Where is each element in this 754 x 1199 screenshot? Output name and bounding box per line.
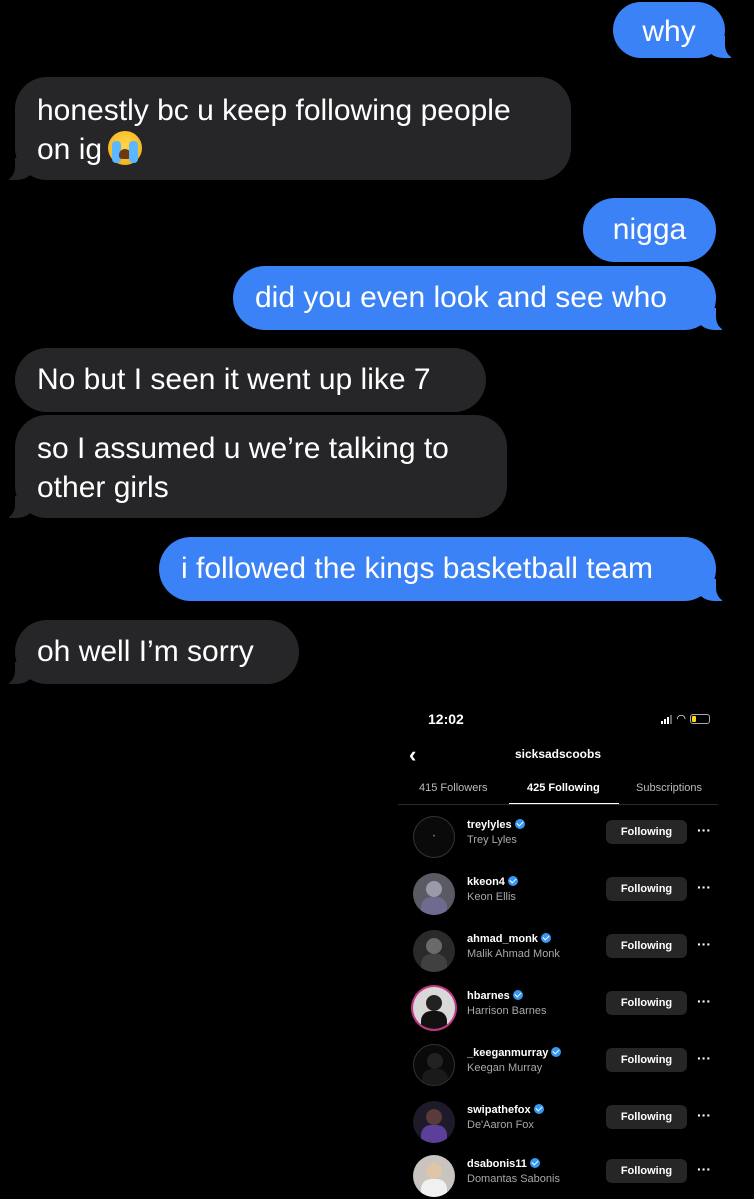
tab-bar: 415 Followers 425 Following Subscription… [398,782,718,805]
tab-subscriptions[interactable]: Subscriptions [636,782,702,794]
verified-badge-icon [514,819,525,829]
display-name: Harrison Barnes [467,1005,547,1017]
verified-badge-icon [533,1104,544,1114]
following-button[interactable]: Following [606,1105,687,1129]
tab-following[interactable]: 425 Following [527,782,600,794]
verified-badge-icon [512,990,523,1000]
display-name: Keegan Murray [467,1062,543,1074]
verified-badge-icon [507,876,518,886]
following-row[interactable]: _keeganmurray Keegan Murray Following ··… [398,1044,718,1101]
avatar[interactable] [413,873,455,915]
wifi-icon: ◠ [676,713,686,725]
message-text: honestly bc u keep following people on i… [37,94,511,166]
more-options-icon[interactable]: ··· [697,879,711,895]
following-row[interactable]: ahmad_monk Malik Ahmad Monk Following ··… [398,930,718,987]
verified-badge-icon [551,1047,562,1057]
more-options-icon[interactable]: ··· [697,936,711,952]
more-options-icon[interactable]: ··· [697,1161,711,1177]
message-bubble-incoming[interactable]: so I assumed u we’re talking to other gi… [0,415,507,519]
username[interactable]: _keeganmurray [467,1047,548,1059]
username[interactable]: kkeon4 [467,876,505,888]
display-name: Keon Ellis [467,891,516,903]
verified-badge-icon [529,1158,540,1168]
loudly-crying-face-icon [108,131,143,165]
message-text: i followed the kings basketball team [181,552,653,585]
avatar[interactable] [413,987,455,1029]
username[interactable]: dsabonis11 [467,1158,527,1170]
avatar[interactable] [413,930,455,972]
more-options-icon[interactable]: ··· [697,993,711,1009]
status-time: 12:02 [428,711,464,727]
following-button[interactable]: Following [606,820,687,844]
following-row[interactable]: hbarnes Harrison Barnes Following ··· [398,987,718,1044]
username[interactable]: swipathefox [467,1104,531,1116]
following-button[interactable]: Following [606,877,687,901]
username[interactable]: treylyles [467,819,512,831]
verified-badge-icon [540,933,551,943]
avatar[interactable]: • [413,816,455,858]
avatar[interactable] [413,1155,455,1197]
message-text: nigga [612,213,687,246]
more-options-icon[interactable]: ··· [697,1107,711,1123]
following-button[interactable]: Following [606,934,687,958]
display-name: Malik Ahmad Monk [467,948,560,960]
username[interactable]: hbarnes [467,990,510,1002]
username[interactable]: ahmad_monk [467,933,538,945]
message-bubble-outgoing[interactable]: did you even look and see who [233,266,732,331]
message-text: oh well I’m sorry [37,635,254,668]
more-options-icon[interactable]: ··· [697,822,711,838]
avatar[interactable] [413,1101,455,1143]
message-bubble-outgoing[interactable]: i followed the kings basketball team [159,537,732,602]
display-name: Trey Lyles [467,834,517,846]
following-row[interactable]: • treylyles Trey Lyles Following ··· [398,816,718,873]
more-options-icon[interactable]: ··· [697,1050,711,1066]
message-text: No but I seen it went up like 7 [37,363,431,396]
status-icons: ◠ [661,712,710,725]
tab-followers[interactable]: 415 Followers [419,782,487,794]
display-name: De'Aaron Fox [467,1119,534,1131]
message-text: so I assumed u we’re talking to other gi… [37,432,449,504]
message-text: why [642,15,696,48]
following-button[interactable]: Following [606,1159,687,1183]
following-row[interactable]: kkeon4 Keon Ellis Following ··· [398,873,718,930]
avatar[interactable] [413,1044,455,1086]
following-row[interactable]: swipathefox De'Aaron Fox Following ··· [398,1101,718,1158]
display-name: Domantas Sabonis [467,1173,560,1185]
signal-icon [661,714,673,724]
message-text: did you even look and see who [255,281,667,314]
following-row[interactable]: dsabonis11 Domantas Sabonis Following ··… [398,1155,718,1199]
following-button[interactable]: Following [606,1048,687,1072]
active-tab-indicator [509,803,619,804]
following-button[interactable]: Following [606,991,687,1015]
profile-username: sicksadscoobs [514,747,602,761]
message-bubble-outgoing[interactable]: why [613,2,741,59]
battery-icon [690,713,710,724]
message-bubble-outgoing[interactable]: nigga [583,198,716,262]
message-bubble-incoming[interactable]: oh well I’m sorry [0,620,299,685]
instagram-following-screenshot[interactable]: 12:02 ◠ ‹ sicksadscoobs 415 Followers 42… [398,698,718,1199]
message-bubble-incoming[interactable]: No but I seen it went up like 7 [15,348,486,412]
message-bubble-incoming[interactable]: honestly bc u keep following people on i… [0,77,571,181]
